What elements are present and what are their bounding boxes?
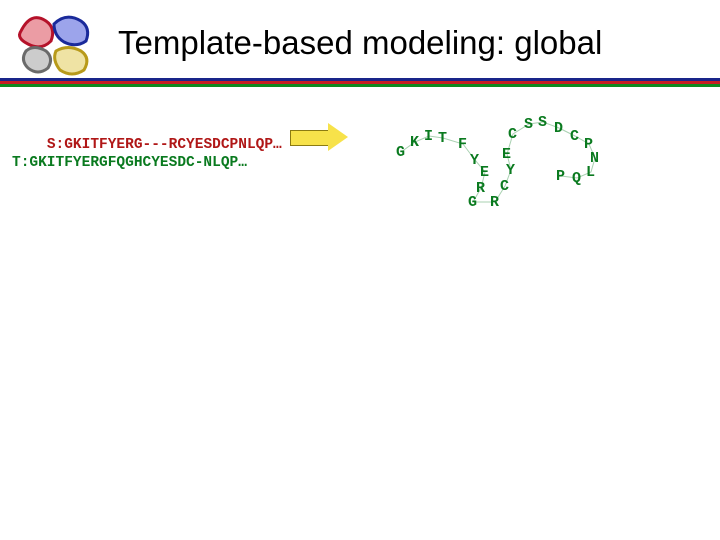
structure-letter: E: [502, 146, 511, 163]
structure-letter: T: [438, 130, 447, 147]
structure-letter: E: [480, 164, 489, 181]
structure-letter: C: [508, 126, 517, 143]
structure-letter: I: [424, 128, 433, 145]
seq-t-text: GKITFYERGFQGHCYESDC-NLQP…: [29, 155, 247, 171]
structure-letter: F: [458, 136, 467, 153]
structure-letter: C: [570, 128, 579, 145]
separator-rule: [0, 78, 720, 87]
structure-letter: R: [490, 194, 499, 211]
structure-diagram: GKITFYERGRCYECSSDCPNLQP: [390, 104, 630, 224]
seq-t-label: T:: [12, 155, 29, 171]
structure-letter: S: [524, 116, 533, 133]
structure-letter: L: [586, 164, 595, 181]
structure-letter: K: [410, 134, 419, 151]
slide-title: Template-based modeling: global: [118, 24, 602, 62]
protein-logo: [6, 6, 106, 86]
seq-s-text: GKITFYERG---RCYESDCPNLQP…: [64, 137, 282, 153]
structure-letter: G: [396, 144, 405, 161]
seq-s-label: S:: [47, 137, 64, 153]
structure-letter: R: [476, 180, 485, 197]
structure-letter: D: [554, 120, 563, 137]
structure-letter: G: [468, 194, 477, 211]
sequence-alignment: S:GKITFYERG---RCYESDCPNLQP… T:GKITFYERGF…: [12, 118, 282, 191]
structure-letter: Y: [470, 152, 479, 169]
structure-letter: P: [556, 168, 565, 185]
structure-letter: S: [538, 114, 547, 131]
structure-letter: Q: [572, 170, 581, 187]
structure-letter: C: [500, 178, 509, 195]
structure-letter: Y: [506, 162, 515, 179]
